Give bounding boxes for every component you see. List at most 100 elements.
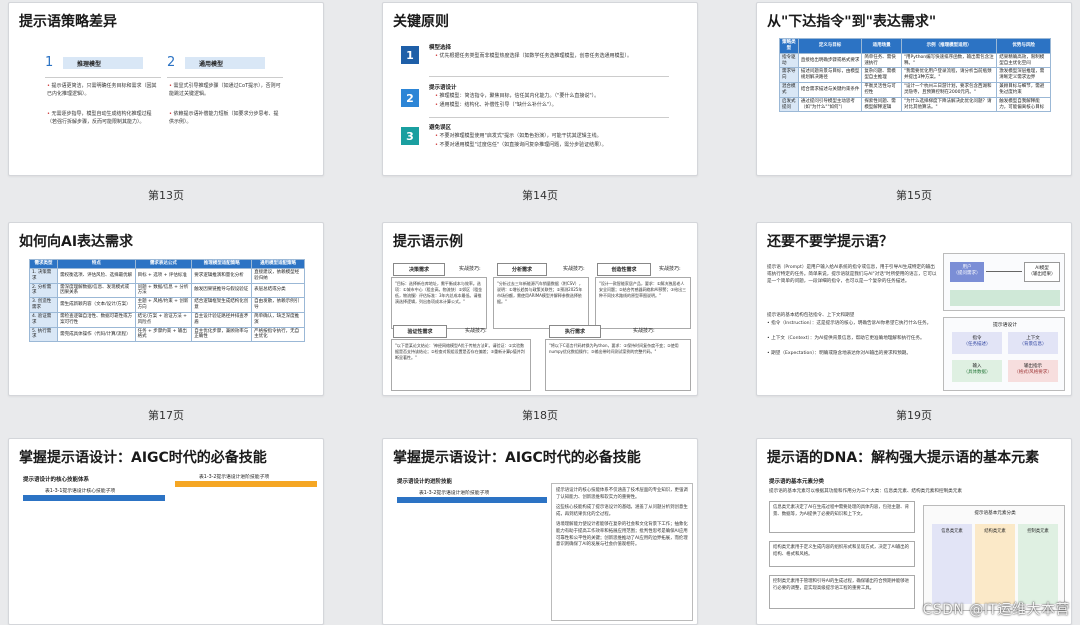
slide-thumbnail[interactable]: 提示语策略差异 1 推理模型 2 通用模型 提示语更简洁，只需明确任务目标和需求… [8,2,324,176]
table-cell: 兼顾目标与细节，需避免过度约束 [996,82,1051,98]
table-cell: 触发因果链推导与假设验证 [191,282,253,299]
prompt-structure-diagram: 提示语设计 指令 （任务描述） 上下文 （背景信息） 输入 （具体数据） 输出指… [943,317,1065,391]
element-description: 结构类元素用于定义生成内容的组织形式和呈现方式，决定了AI输出的结构、格式和风格… [769,541,915,567]
slide-thumbnail[interactable]: 从"下达指令"到"表达需求" 策略类型 定义与目标 适用场景 示例（推理模型适用… [756,2,1072,176]
table-row: 指令驱动 直接给出明确步骤或格式要求 简单任务、需快速执行 "用Python编写快速排… [779,52,1051,69]
diagram-column: 信息类元素 [932,524,972,604]
table-cell: 目标 + 选项 + 评估标准 [134,267,193,284]
table-cell: 指令驱动 [779,52,799,69]
table-cell: 触发模型自我解释能力，可能偏离核心目标 [996,96,1051,113]
page-caption: 第14页 [522,189,558,202]
page-caption: 第13页 [148,189,184,202]
table-cell: 简单任务、需快速执行 [861,52,902,69]
example-label: 创造性需求 [597,263,651,276]
slide-thumbnail[interactable]: 掌握提示语设计：AIGC时代的必备技能 提示语设计的进阶技能 表1-3-2提示语… [382,438,698,625]
example-label: 执行需求 [549,325,601,338]
example-label: 验证性需求 [393,325,447,338]
tip-label: 实战技巧: [465,328,487,334]
example-text: "以下是某论文结论：'神经网络模型A优于传统方法B'。请验证：①实验数据是否支持… [391,339,531,391]
point-number: 1 [45,55,54,70]
section-line: 不要对推理模型使用"启发式"提示（如角色扮演），可能干扰其逻辑主线。 [435,133,685,141]
strategy-table: 策略类型 定义与目标 适用场景 示例（推理模型适用） 优势与风险 指令驱动 直接给… [779,38,1051,113]
table-header: 适用场景 [861,38,902,54]
cell-sublabel: （具体数据） [963,370,991,376]
slide-title: 提示语策略差异 [19,14,117,30]
table-cell: 需完成具体操作（代码/计算/流程） [57,326,136,343]
watermark-text: CSDN @IT运维大本营 [922,602,1070,618]
table-header: 示例（推理模型适用） [900,38,998,54]
table-cell: 自由发散，依赖示例引导 [251,297,305,313]
table-cell: 需生成新颖内容（文本/设计/方案） [57,297,136,313]
bullet-text: 无需逐步指导，模型自动生成结构化推理过程（若强行拆解步骤，反而可能限制其能力）。 [47,111,159,126]
table-header: 推理模型适配策略 [191,259,253,269]
diagram-node: AI模型 （输出结果） [1024,262,1060,282]
slide-thumbnail[interactable]: 关键原则 1 2 3 模型选择 优先根据任务类型而非模型热度选择（如数学任务选推… [382,2,698,176]
diagram-column: 控制类元素 [1018,524,1058,604]
table-caption: 表1-3-2提示语设计进阶技能子项 [199,475,270,480]
table-cell: 表层总结或分类 [251,282,305,299]
page-caption: 第17页 [148,409,184,422]
example-text: "将以下C语言代码转换为Python，要求：①保持时间复杂度不变；②使用nump… [545,339,691,391]
table-body: 1. 决策需求 需权衡选项、评估风险、选择最优解 目标 + 选项 + 评估标准 要求逻… [28,267,305,343]
slide-title: 提示语的DNA：解构强大提示语的基本元素 [767,450,1040,466]
table-cell: 结合逻辑框架生成结构化创意 [191,297,253,313]
point-label: 通用模型 [185,57,265,69]
body-paragraph: 提示语的基本结构包括指令、上下文和期望 [767,313,855,318]
slide-thumbnail[interactable]: 掌握提示语设计：AIGC时代的必备技能 提示语设计的核心技能体系 表1-3-1提… [8,438,324,625]
table-cell: 复杂问题、需模型自主推理 [861,67,902,84]
section-number: 2 [401,89,419,107]
slide-cell-15[interactable]: 从"下达指令"到"表达需求" 策略类型 定义与目标 适用场景 示例（推理模型适用… [756,2,1072,202]
table-cell: "我需要优化用户登录流程，请分析当前瓶颈并提出3种方案。" [900,67,998,84]
slide-thumbnail[interactable]: 还要不要学提示语？ 提示语（Prompt）是用户输入给AI系统的指令或信息，用于… [756,222,1072,396]
table-cell: "用Python编写快速排序函数，输出需包含注释。" [900,52,998,69]
node-sublabel: （输出结果） [1028,272,1056,278]
slide-cell-19[interactable]: 还要不要学提示语？ 提示语（Prompt）是用户输入给AI系统的指令或信息，用于… [756,222,1072,422]
section-number: 1 [401,46,419,64]
slide-cell-22[interactable]: 提示语的DNA：解构强大提示语的基本元素 提示语的基本元素分类 提示语的基本元素… [756,438,1072,625]
slide-title: 如何向AI表达需求 [19,234,134,250]
slide-thumbnail[interactable]: 如何向AI表达需求 需求类型 特点 需求表达公式 推理模型适配策略 通用模型适配… [8,222,324,396]
diagram-node: 用户 （提问需求） [950,262,984,282]
slide-cell-13[interactable]: 提示语策略差异 1 推理模型 2 通用模型 提示语更简洁，只需明确任务目标和需求… [8,2,324,202]
section-subtitle: 提示语的基本元素分类 [769,479,825,485]
slide-cell-20[interactable]: 掌握提示语设计：AIGC时代的必备技能 提示语设计的核心技能体系 表1-3-1提… [8,438,324,625]
table-cell: 激发模型深层推理，需清晰定义需求边界 [996,67,1051,84]
tip-label: 实战技巧: [563,266,585,272]
cell-sublabel: （背景信息） [1019,342,1047,348]
table-row: 4. 验证需求 需检查逻辑自洽性、数据可靠性或方案可行性 结论/方案 + 验证方法 … [28,311,305,328]
table-header: 需求表达公式 [134,259,193,269]
tip-label: 实战技巧: [633,328,655,334]
diagram-cell: 输入 （具体数据） [952,360,1002,382]
slide-thumbnail[interactable]: 提示语示例 决策需求 实战技巧: "目标：选择新仓库地址，需平衡成本与效率。选项… [382,222,698,396]
table-cell: "为什么选择梯度下降法解决此优化问题？请对比其他算法。" [900,96,998,113]
cell-sublabel: （任务描述） [963,342,991,348]
example-text: "设计一款智能家居产品，要求：①解决独居老人安全问题；②结合传感器网络和AI预警… [595,277,691,329]
table-cell: 直接给出明确步骤或格式要求 [797,52,863,69]
table-header: 定义与目标 [797,38,863,54]
slide-thumbnail[interactable]: 提示语的DNA：解构强大提示语的基本元素 提示语的基本元素分类 提示语的基本元素… [756,438,1072,625]
page-caption: 第15页 [896,189,932,202]
bullet-text: 提示语更简洁，只需明确任务目标和需求（因其已内化推理逻辑）。 [47,83,159,98]
slide-cell-18[interactable]: 提示语示例 决策需求 实战技巧: "目标：选择新仓库地址，需平衡成本与效率。选项… [382,222,698,422]
table-cell: 结合需求描述与关键约束条件 [797,82,863,98]
table-cell: 严格按指令执行，无自主优化 [251,326,305,343]
slide-cell-14[interactable]: 关键原则 1 2 3 模型选择 优先根据任务类型而非模型热度选择（如数学任务选推… [382,2,698,202]
table-cell: 自主设计验证路径并排查矛盾 [191,311,253,328]
element-description: 信息类元素决定了AI在生成过程中需要处理的具体内容，包括主题、背景、数据等，为A… [769,501,915,533]
table-row: 2. 分析需求 需深度理解数据/信息、发现模式或因果关系 问题 + 数据/信息 + … [28,282,305,299]
slide-title: 还要不要学提示语？ [767,234,893,250]
table-header: 通用模型适配策略 [251,259,305,269]
table-cell: 混合模式 [779,82,799,98]
tip-label: 实战技巧: [459,266,481,272]
slide-cell-21[interactable]: 掌握提示语设计：AIGC时代的必备技能 提示语设计的进阶技能 表1-3-2提示语… [382,438,698,625]
slide-cell-17[interactable]: 如何向AI表达需求 需求类型 特点 需求表达公式 推理模型适配策略 通用模型适配… [8,222,324,422]
table-header: 优势与风险 [996,38,1051,54]
cell-sublabel: （格式/风格要求） [1014,370,1052,376]
body-paragraph: • 指令（Instruction）：这是提示语的核心，明确告诉AI你希望它执行什… [767,321,932,326]
tip-label: 实战技巧: [659,266,681,272]
table-row: 启发式提问 通过提问引导模型主动思考（如"为什么""如何"） 探索性问题、需模型解释… [779,96,1051,113]
table-cell: 简单确认，缺乏深度推演 [251,311,305,328]
page-caption: 第19页 [896,409,932,422]
table-header-bar [23,495,165,501]
table-cell: 2. 分析需求 [28,282,59,299]
